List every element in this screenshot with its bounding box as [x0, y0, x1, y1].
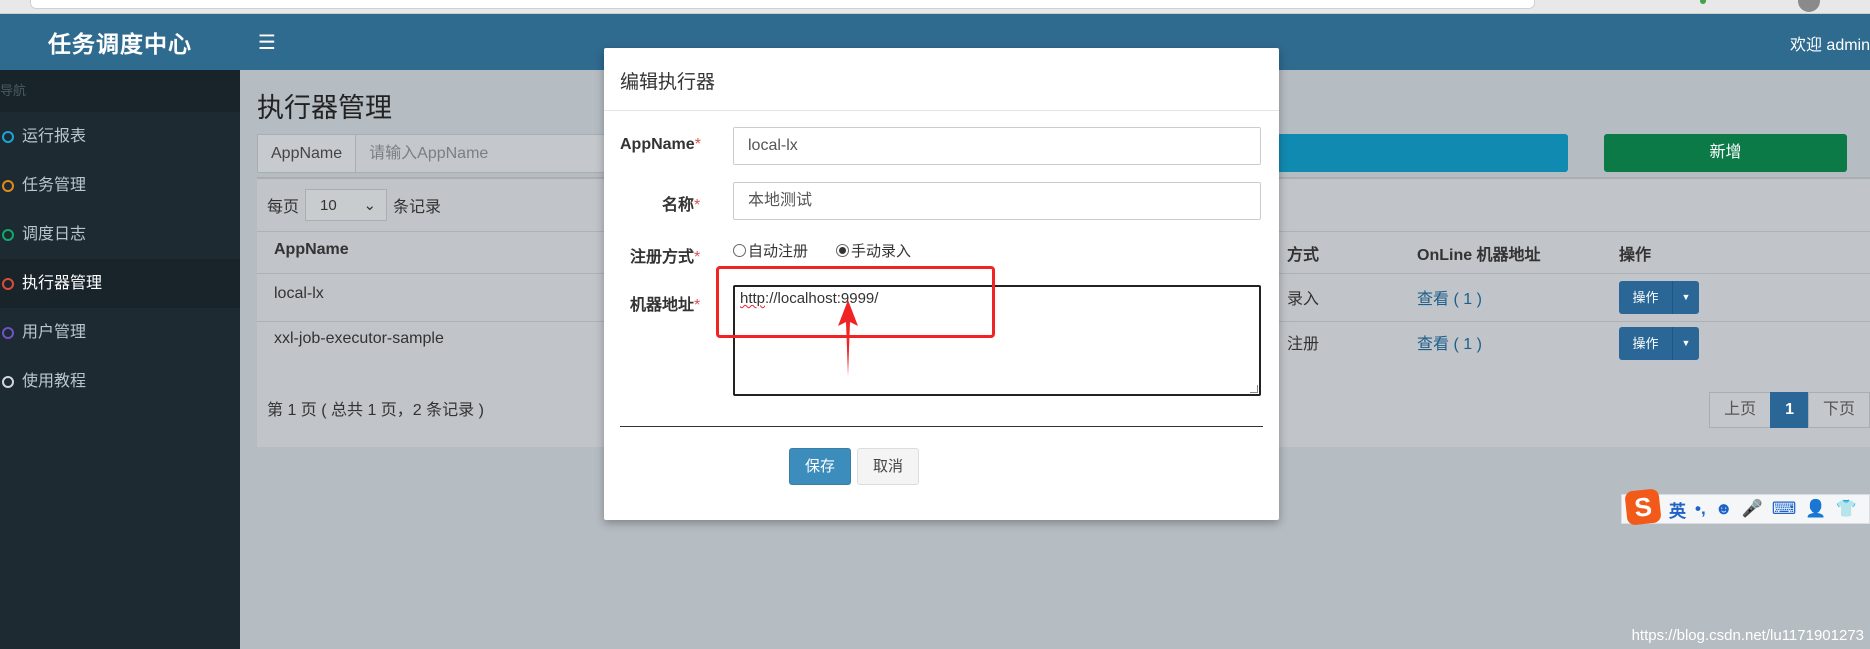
- sidebar-item-label: 任务管理: [22, 177, 87, 194]
- nav-header: 导航: [0, 70, 240, 112]
- cell-appname: xxl-job-executor-sample: [274, 330, 444, 347]
- ime-voice-icon[interactable]: 🎤: [1742, 499, 1763, 519]
- status-indicator: [1700, 0, 1706, 4]
- sidebar-item-label: 调度日志: [22, 226, 87, 243]
- sidebar-item-executors[interactable]: 执行器管理: [0, 259, 240, 308]
- welcome-user[interactable]: 欢迎 admin: [1790, 31, 1870, 55]
- modal-title: 编辑执行器: [604, 48, 1279, 111]
- search-button[interactable]: [1277, 134, 1568, 172]
- appname-field[interactable]: local-lx: [733, 127, 1261, 165]
- resize-handle-icon[interactable]: [1250, 385, 1258, 393]
- page-info: 第 1 页 ( 总共 1 页，2 条记录 ): [267, 402, 484, 419]
- radio-auto-register[interactable]: [733, 244, 746, 257]
- page-length-select[interactable]: 10 ⌄: [305, 189, 388, 221]
- sidebar-item-logs[interactable]: 调度日志: [0, 210, 240, 259]
- operate-label: 操作: [1619, 281, 1673, 314]
- caret-down-icon: ▼: [1681, 338, 1691, 348]
- caret-down-icon: ▼: [1681, 292, 1691, 302]
- address-bar[interactable]: [30, 0, 1535, 9]
- per-page-prefix: 每页: [267, 199, 300, 216]
- sidebar-item-jobs[interactable]: 任务管理: [0, 161, 240, 210]
- online-view-link[interactable]: 查看 ( 1 ): [1417, 330, 1482, 354]
- search-input[interactable]: 请输入AppName: [356, 134, 627, 173]
- cancel-button[interactable]: 取消: [857, 448, 919, 485]
- operate-dropdown-button[interactable]: 操作 ▼: [1619, 281, 1699, 314]
- circle-icon: [2, 130, 14, 143]
- ime-logo-icon[interactable]: S: [1624, 488, 1662, 526]
- sidebar-item-users[interactable]: 用户管理: [0, 308, 240, 357]
- chevron-down-icon: ⌄: [363, 197, 377, 214]
- ime-emoji-icon[interactable]: ☻: [1715, 499, 1733, 519]
- sidebar-item-label: 用户管理: [22, 324, 87, 341]
- browser-profile-icon[interactable]: [1798, 0, 1820, 12]
- pager-current[interactable]: 1: [1770, 392, 1809, 428]
- sidebar-item-help[interactable]: 使用教程: [0, 357, 240, 406]
- watermark: https://blog.csdn.net/lu1171901273: [1631, 627, 1864, 644]
- cell-method: 录入: [1287, 291, 1320, 308]
- circle-icon: [2, 326, 14, 339]
- sidebar-item-report[interactable]: 运行报表: [0, 112, 240, 161]
- menu-toggle-icon[interactable]: ☰: [258, 30, 276, 55]
- pager-next[interactable]: 下页: [1807, 392, 1870, 428]
- save-button[interactable]: 保存: [789, 448, 851, 485]
- radio-manual-entry[interactable]: [836, 244, 850, 257]
- cell-method: 注册: [1287, 336, 1320, 353]
- cell-appname: local-lx: [274, 285, 324, 302]
- circle-icon: [2, 228, 14, 241]
- ime-language-toggle[interactable]: 英: [1669, 497, 1686, 522]
- sidebar-item-label: 执行器管理: [22, 275, 103, 292]
- name-field[interactable]: 本地测试: [733, 182, 1261, 220]
- annotation-arrow-icon: [838, 300, 858, 376]
- col-header-online: OnLine 机器地址: [1417, 247, 1541, 264]
- brand-logo[interactable]: 任务调度中心: [0, 14, 240, 70]
- ime-punctuation-icon[interactable]: •,: [1695, 499, 1706, 519]
- pagination: 上页 1 下页: [1709, 392, 1870, 428]
- radio-auto-label: 自动注册: [748, 243, 809, 260]
- col-header-appname: AppName: [274, 241, 349, 258]
- add-button[interactable]: 新增: [1604, 134, 1847, 172]
- address-label: 机器地址*: [630, 297, 701, 314]
- page-length-control: 每页 10 ⌄ 条记录: [267, 189, 441, 221]
- pager-prev[interactable]: 上页: [1709, 392, 1772, 428]
- page-title: 执行器管理: [257, 93, 392, 123]
- operate-dropdown-button[interactable]: 操作 ▼: [1619, 327, 1699, 360]
- search-addon-label: AppName: [257, 134, 357, 173]
- per-page-suffix: 条记录: [393, 199, 442, 216]
- page-length-value: 10: [320, 196, 337, 214]
- circle-icon: [2, 179, 14, 192]
- ime-toolbar: S 英 •, ☻ 🎤 ⌨ 👤 👕: [1621, 488, 1870, 526]
- modal-divider: [620, 426, 1263, 427]
- registration-label: 注册方式*: [630, 249, 701, 266]
- search-group: AppName 请输入AppName: [257, 134, 627, 173]
- sidebar-item-label: 使用教程: [22, 373, 87, 390]
- ime-user-icon[interactable]: 👤: [1805, 499, 1826, 519]
- circle-icon: [2, 375, 14, 388]
- radio-manual-label: 手动录入: [851, 243, 912, 260]
- col-header-method: 方式: [1287, 247, 1320, 264]
- ime-skin-icon[interactable]: 👕: [1835, 499, 1856, 519]
- operate-label: 操作: [1619, 327, 1673, 360]
- online-view-link[interactable]: 查看 ( 1 ): [1417, 285, 1482, 309]
- sidebar: 任务调度中心 导航 运行报表 任务管理 调度日志 执行器管理 用户管理 使用教程: [0, 14, 240, 649]
- registration-radio-group: 自动注册 手动录入: [733, 240, 911, 261]
- col-header-ops: 操作: [1619, 247, 1652, 264]
- circle-icon: [2, 277, 14, 290]
- browser-chrome: [0, 0, 1870, 14]
- appname-label: AppName*: [620, 136, 701, 153]
- sidebar-item-label: 运行报表: [22, 128, 87, 145]
- ime-keyboard-icon[interactable]: ⌨: [1772, 499, 1797, 519]
- name-label: 名称*: [662, 197, 701, 214]
